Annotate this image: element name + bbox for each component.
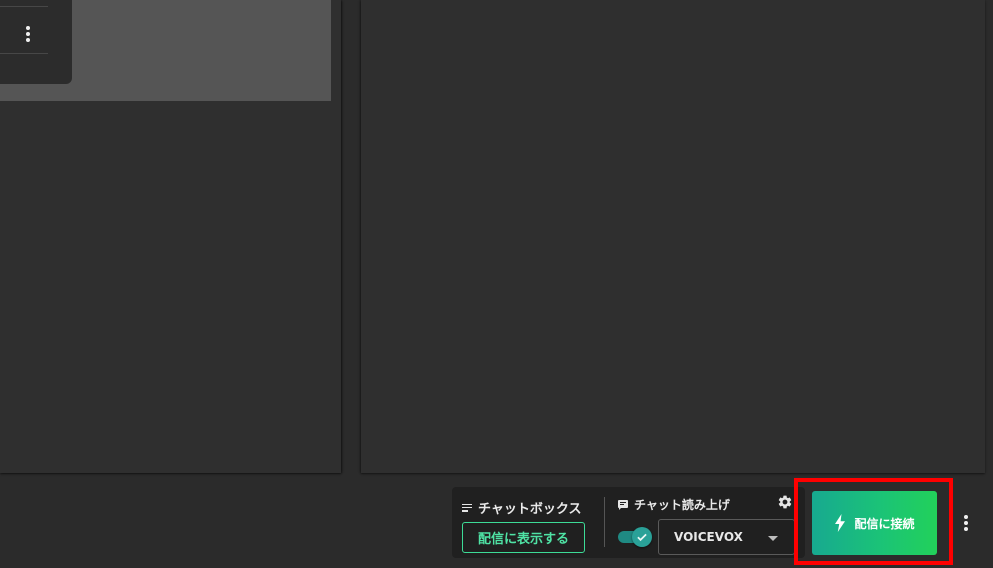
connect-label: 配信に接続 <box>854 516 915 531</box>
stream-control-box: チャットボックス 配信に表示する チャット読み上げ VOICEVOX <box>452 487 805 558</box>
tts-label: チャット読み上げ <box>634 498 730 512</box>
right-panel <box>361 0 985 473</box>
check-icon <box>637 533 647 542</box>
card-more-vert-icon[interactable] <box>25 26 31 42</box>
bolt-icon <box>835 514 846 532</box>
preview-card <box>0 0 72 84</box>
chatbox-label: チャットボックス <box>478 502 582 517</box>
tts-toggle[interactable] <box>618 527 654 547</box>
section-divider <box>604 497 605 547</box>
voice-engine-select[interactable]: VOICEVOX <box>658 519 795 555</box>
left-panel <box>0 0 341 473</box>
chatbox-header: チャットボックス <box>462 498 581 517</box>
comment-icon <box>618 499 628 510</box>
card-divider-top <box>0 6 48 7</box>
card-divider-bottom <box>0 53 48 54</box>
connect-stream-button[interactable]: 配信に接続 <box>812 491 937 555</box>
lines-icon <box>462 503 472 512</box>
gear-icon[interactable] <box>777 494 793 510</box>
caret-down-icon <box>768 536 778 541</box>
tts-header: チャット読み上げ <box>618 496 730 513</box>
show-on-stream-button[interactable]: 配信に表示する <box>462 522 585 553</box>
app-root: チャットボックス 配信に表示する チャット読み上げ VOICEVOX 配信に接続 <box>0 0 993 568</box>
toggle-knob <box>632 527 652 547</box>
voice-engine-value: VOICEVOX <box>674 530 743 544</box>
more-vert-icon[interactable] <box>963 515 969 531</box>
